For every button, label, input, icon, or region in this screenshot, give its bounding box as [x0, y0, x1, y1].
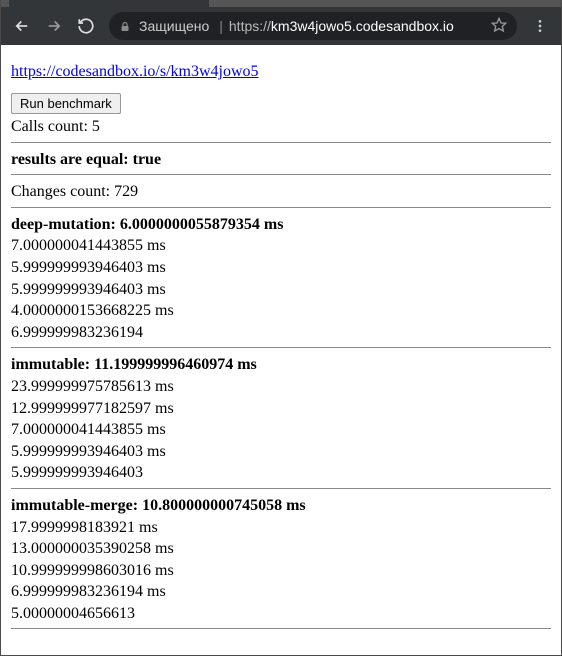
- omnibox[interactable]: Защищено | https://km3w4jowo5.codesandbo…: [109, 12, 517, 40]
- benchmark-row: 5.999999993946403 ms: [11, 279, 551, 301]
- tab-strip: Parcel Sandbox ×: [1, 0, 561, 7]
- benchmark-heading: immutable-merge: 10.800000000745058 ms: [11, 495, 551, 517]
- benchmark-row: 13.000000035390258 ms: [11, 538, 551, 560]
- benchmark-row: 7.000000041443855 ms: [11, 419, 551, 441]
- address-bar: Защищено | https://km3w4jowo5.codesandbo…: [1, 7, 561, 45]
- page-content: https://codesandbox.io/s/km3w4jowo5 Run …: [1, 45, 561, 655]
- benchmark-group: deep-mutation: 6.0000000055879354 ms7.00…: [11, 214, 551, 344]
- close-window-button[interactable]: [515, 0, 561, 5]
- url-text: https://km3w4jowo5.codesandbox.io: [229, 18, 485, 34]
- changes-count: Changes count: 729: [11, 181, 551, 203]
- minimize-button[interactable]: [423, 0, 469, 5]
- benchmark-heading: immutable: 11.199999996460974 ms: [11, 354, 551, 376]
- back-button[interactable]: [7, 11, 37, 41]
- star-icon[interactable]: [491, 17, 507, 36]
- maximize-button[interactable]: [469, 0, 515, 5]
- divider: [11, 488, 551, 489]
- benchmark-group: immutable-merge: 10.800000000745058 ms17…: [11, 495, 551, 625]
- window-controls: [423, 0, 561, 7]
- divider: [11, 207, 551, 208]
- results-equal: results are equal: true: [11, 149, 551, 171]
- kebab-menu-icon[interactable]: [525, 11, 555, 41]
- secure-label: Защищено: [139, 18, 209, 34]
- benchmark-row: 5.00000004656613: [11, 603, 551, 625]
- benchmark-row: 4.0000000153668225 ms: [11, 300, 551, 322]
- benchmark-row: 5.999999993946403: [11, 462, 551, 484]
- benchmark-row: 6.999999983236194 ms: [11, 581, 551, 603]
- benchmark-row: 12.999999977182597 ms: [11, 398, 551, 420]
- sandbox-link[interactable]: https://codesandbox.io/s/km3w4jowo5: [11, 63, 259, 80]
- benchmark-row: 5.999999993946403 ms: [11, 441, 551, 463]
- divider: [11, 347, 551, 348]
- browser-window: Parcel Sandbox ×: [0, 0, 562, 656]
- calls-count: Calls count: 5: [11, 116, 551, 138]
- benchmark-group: immutable: 11.199999996460974 ms23.99999…: [11, 354, 551, 484]
- benchmark-row: 6.999999983236194: [11, 322, 551, 344]
- divider: [11, 628, 551, 629]
- reload-button[interactable]: [71, 11, 101, 41]
- browser-tab[interactable]: Parcel Sandbox ×: [9, 0, 209, 7]
- benchmark-row: 7.000000041443855 ms: [11, 235, 551, 257]
- benchmark-row: 10.999999998603016 ms: [11, 560, 551, 582]
- run-benchmark-button[interactable]: Run benchmark: [11, 93, 121, 114]
- url-separator: |: [219, 18, 223, 34]
- benchmark-heading: deep-mutation: 6.0000000055879354 ms: [11, 214, 551, 236]
- forward-button[interactable]: [39, 11, 69, 41]
- divider: [11, 142, 551, 143]
- divider: [11, 174, 551, 175]
- benchmark-row: 17.9999998183921 ms: [11, 517, 551, 539]
- benchmark-row: 5.999999993946403 ms: [11, 257, 551, 279]
- lock-icon: [119, 20, 131, 33]
- benchmark-row: 23.999999975785613 ms: [11, 376, 551, 398]
